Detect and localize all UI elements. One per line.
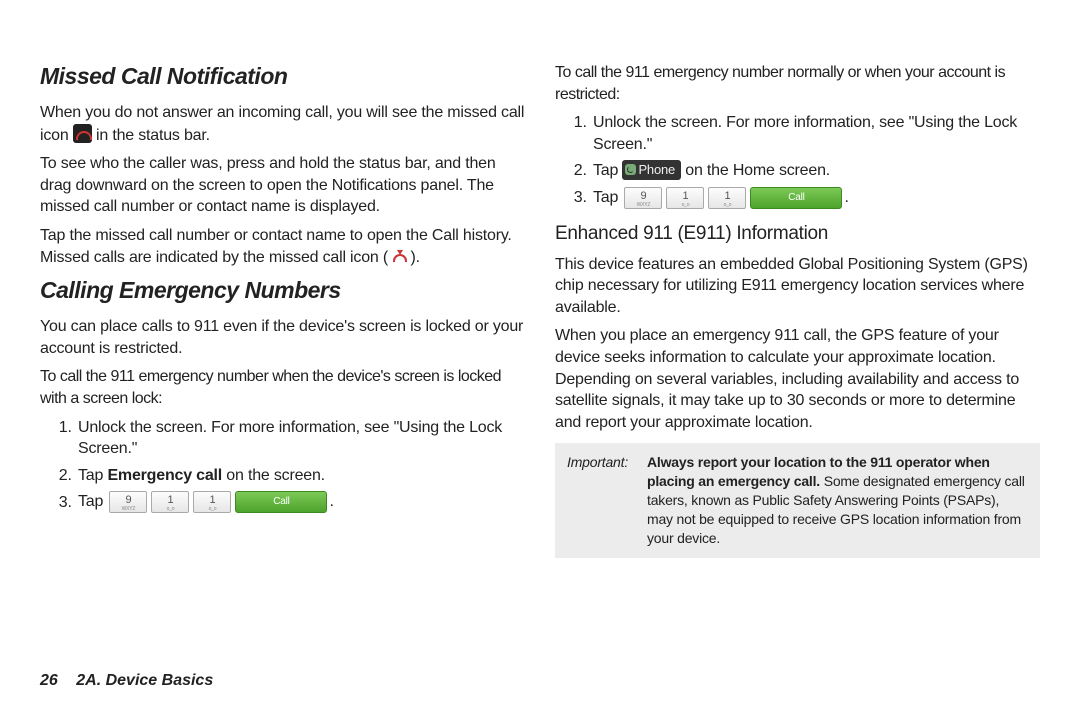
page-number: 26 <box>40 672 58 689</box>
heading-missed-call: Missed Call Notification <box>40 61 525 92</box>
dial-key-9: 9WXYZ <box>109 491 147 513</box>
page-footer: 26 2A. Device Basics <box>40 670 213 692</box>
phone-icon <box>625 164 636 175</box>
step: Unlock the screen. For more information,… <box>76 417 525 460</box>
text: in the status bar. <box>92 127 210 144</box>
text: on the Home screen. <box>681 162 830 179</box>
step: Tap 9WXYZ 1o_o 1o_o Call . <box>591 187 1040 209</box>
important-note: Important: Always report your location t… <box>555 443 1040 557</box>
chapter-title: 2A. Device Basics <box>76 672 213 689</box>
missed-call-icon <box>73 124 92 143</box>
step: Tap Phone on the Home screen. <box>591 160 1040 182</box>
lead-normal: To call the 911 emergency number normall… <box>555 62 1040 105</box>
dial-key-1: 1o_o <box>193 491 231 513</box>
step: Tap 9WXYZ 1o_o 1o_o Call . <box>76 491 525 513</box>
important-label: Important: <box>567 453 647 547</box>
paragraph: When you place an emergency 911 call, th… <box>555 325 1040 433</box>
step: Unlock the screen. For more information,… <box>591 112 1040 155</box>
emergency-call-label: Emergency call <box>107 467 222 484</box>
left-column: Missed Call Notification When you do not… <box>40 55 525 558</box>
paragraph: This device features an embedded Global … <box>555 254 1040 319</box>
paragraph: To see who the caller was, press and hol… <box>40 153 525 218</box>
right-column: To call the 911 emergency number normall… <box>555 55 1040 558</box>
dial-key-9: 9WXYZ <box>624 187 662 209</box>
steps-normal: Unlock the screen. For more information,… <box>555 112 1040 209</box>
text: Tap <box>593 189 622 206</box>
text: ). <box>406 249 420 266</box>
text: Tap <box>593 162 622 179</box>
paragraph: Tap the missed call number or contact na… <box>40 225 525 268</box>
dial-key-1: 1o_o <box>151 491 189 513</box>
dialpad-911: 9WXYZ 1o_o 1o_o Call <box>109 491 327 513</box>
lead-locked: To call the 911 emergency number when th… <box>40 366 525 409</box>
paragraph: You can place calls to 911 even if the d… <box>40 316 525 359</box>
important-body: Always report your location to the 911 o… <box>647 453 1028 547</box>
heading-emergency-numbers: Calling Emergency Numbers <box>40 275 525 306</box>
dial-key-1: 1o_o <box>708 187 746 209</box>
phone-button-icon: Phone <box>622 160 681 180</box>
text: Tap <box>78 494 107 511</box>
text: on the screen. <box>222 467 325 484</box>
paragraph: When you do not answer an incoming call,… <box>40 102 525 146</box>
text: Tap the missed call number or contact na… <box>40 227 512 266</box>
subheading-e911: Enhanced 911 (E911) Information <box>555 221 1040 247</box>
missed-call-small-icon <box>392 250 406 264</box>
call-button-icon: Call <box>750 187 842 209</box>
call-button-icon: Call <box>235 491 327 513</box>
dialpad-911: 9WXYZ 1o_o 1o_o Call <box>624 187 842 209</box>
step: Tap Emergency call on the screen. <box>76 465 525 487</box>
steps-locked: Unlock the screen. For more information,… <box>40 417 525 514</box>
dial-key-1: 1o_o <box>666 187 704 209</box>
text: Tap <box>78 467 107 484</box>
